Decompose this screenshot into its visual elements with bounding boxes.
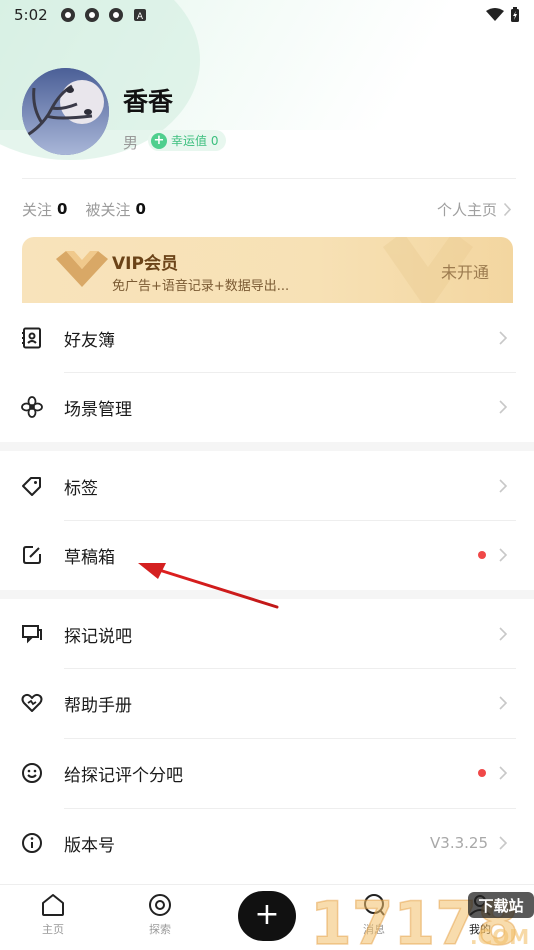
version-value: V3.3.25 <box>430 834 488 852</box>
followers-count[interactable]: 0 <box>135 200 145 218</box>
draft-edit-icon <box>23 546 41 564</box>
watermark-sub: 下载站 <box>478 897 523 915</box>
homepage-link[interactable]: 个人主页 <box>437 199 512 220</box>
chat-bubbles-icon <box>22 625 42 644</box>
followers-label[interactable]: 被关注 <box>85 199 130 220</box>
menu-item-rate[interactable]: 给探记评个分吧 <box>0 739 534 807</box>
nav-explore[interactable]: 探索 <box>130 893 190 937</box>
menu-item-friends[interactable]: 好友簿 <box>0 304 534 372</box>
unread-dot <box>478 551 486 559</box>
nav-label-explore: 探索 <box>149 923 171 936</box>
menu-label-friends: 好友簿 <box>64 330 115 351</box>
smiley-icon <box>22 763 42 783</box>
username: 香香 <box>123 87 174 116</box>
menu-item-version[interactable]: 版本号 V3.3.25 <box>0 809 534 877</box>
notification-icon <box>108 8 123 22</box>
menu-label-tags: 标签 <box>64 478 98 499</box>
menu-label-rate: 给探记评个分吧 <box>64 765 183 786</box>
menu-label-forum: 探记说吧 <box>64 626 132 647</box>
battery-icon <box>511 7 519 22</box>
status-time: 5:02 <box>14 6 48 24</box>
chevron-right-icon <box>499 479 508 493</box>
chevron-right-icon <box>499 696 508 710</box>
menu-label-scenes: 场景管理 <box>64 399 132 420</box>
notification-icon <box>84 8 99 22</box>
nav-home[interactable]: 主页 <box>23 893 83 937</box>
avatar-image <box>22 68 109 155</box>
chevron-right-icon <box>499 766 508 780</box>
explore-icon <box>149 894 171 916</box>
vip-banner[interactable]: VIP会员 免广告+语音记录+数据导出... 未开通 <box>22 237 513 303</box>
luck-value: 幸运值 0 <box>171 134 219 148</box>
vip-status: 未开通 <box>440 263 489 282</box>
following-count[interactable]: 0 <box>57 200 67 218</box>
tag-icon <box>22 477 41 496</box>
watermark-17178: 17178 下载站 .COM <box>310 888 534 950</box>
contacts-book-icon <box>22 327 41 349</box>
avatar[interactable] <box>22 68 109 155</box>
flower-icon <box>21 396 43 418</box>
menu-label-help: 帮助手册 <box>64 695 132 716</box>
following-label[interactable]: 关注 <box>22 199 52 220</box>
home-icon <box>42 894 64 916</box>
menu-item-tags[interactable]: 标签 <box>0 452 534 520</box>
menu-item-help[interactable]: 帮助手册 <box>0 669 534 737</box>
follow-stats: 关注 0 被关注 0 个人主页 <box>22 197 512 221</box>
vip-subtitle: 免广告+语音记录+数据导出... <box>112 279 290 294</box>
add-button[interactable]: + <box>238 891 296 941</box>
annotation-arrow <box>138 563 279 609</box>
vip-logo-icon <box>56 251 108 287</box>
svg-text:A: A <box>137 12 144 22</box>
info-icon <box>22 833 42 853</box>
menu-item-scenes[interactable]: 场景管理 <box>0 373 534 441</box>
vip-title: VIP会员 <box>112 254 178 274</box>
menu-label-version: 版本号 <box>64 835 115 856</box>
wifi-icon <box>486 8 504 21</box>
chevron-right-icon <box>499 836 508 850</box>
plus-icon: + <box>151 132 167 149</box>
chevron-right-icon <box>499 400 508 414</box>
notification-icon <box>60 8 75 22</box>
gender-label: 男 <box>123 134 139 152</box>
watermark-domain: .COM <box>470 925 529 949</box>
nav-label-home: 主页 <box>42 923 64 936</box>
status-bar: 5:02 A <box>0 0 534 30</box>
homepage-label: 个人主页 <box>436 200 497 219</box>
chevron-right-icon <box>503 202 512 216</box>
divider <box>22 178 516 179</box>
luck-badge[interactable]: + 幸运值 0 <box>148 130 227 151</box>
chevron-right-icon <box>499 627 508 641</box>
unread-dot <box>478 769 486 777</box>
chevron-right-icon <box>499 548 508 562</box>
chevron-right-icon <box>499 331 508 345</box>
section-gap <box>0 442 534 451</box>
menu-label-drafts: 草稿箱 <box>64 547 115 568</box>
heart-hands-icon <box>21 693 43 712</box>
font-notification-icon: A <box>133 9 146 22</box>
